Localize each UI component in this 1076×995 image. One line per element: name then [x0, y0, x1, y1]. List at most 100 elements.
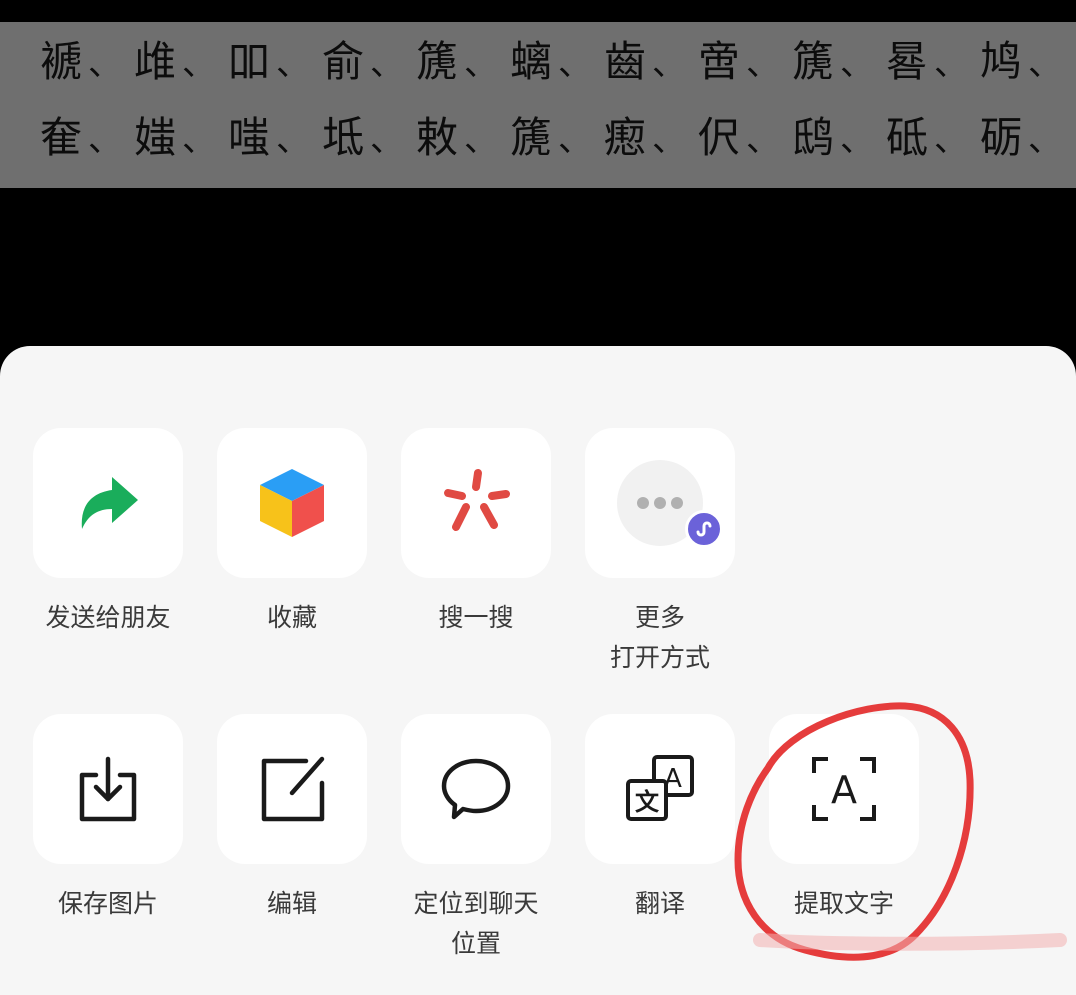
- text-extract-icon: A: [812, 757, 876, 821]
- character-cell: 䧳、: [134, 32, 228, 92]
- separator: 、: [840, 120, 874, 160]
- separator: 、: [746, 44, 780, 84]
- edit-button[interactable]: 编辑: [200, 714, 384, 924]
- download-icon: [79, 756, 137, 822]
- chat-bubble-icon: [441, 758, 511, 820]
- character: 螭: [510, 37, 553, 86]
- character: 篪: [792, 37, 835, 86]
- translate-label: 翻译: [634, 889, 685, 918]
- character-cell: 伬、: [698, 108, 792, 168]
- separator: 、: [370, 120, 404, 160]
- character-cell: 齒、: [604, 32, 698, 92]
- screen: 褫、 䧳、 吅、 俞、 篪、 螭、 齒、 啻、 篪、 晷、 鸠、 奞、 媸、 嗤…: [0, 0, 1076, 995]
- character-cell: 吅、: [228, 32, 322, 92]
- character-cell: 鸱、: [792, 108, 886, 168]
- separator: 、: [934, 44, 968, 84]
- character-row-2: 奞、 媸、 嗤、 坻、 敕、 篪、 瘛、 伬、 鸱、 砥、 砺、: [40, 108, 1074, 168]
- separator: 、: [88, 120, 122, 160]
- character: 瘛: [604, 113, 647, 162]
- separator: 、: [934, 120, 968, 160]
- character: 砥: [886, 113, 929, 162]
- search-spark-icon: [444, 469, 510, 531]
- translate-icon: A 文: [626, 755, 694, 821]
- svg-text:文: 文: [635, 788, 660, 816]
- save-image-button[interactable]: 保存图片: [16, 714, 200, 924]
- separator: 、: [652, 120, 686, 160]
- send-to-friend-button[interactable]: 发送给朋友: [16, 428, 200, 638]
- character: 媸: [134, 113, 177, 162]
- character-cell: 褫、: [40, 32, 134, 92]
- more-open-methods-tile[interactable]: [585, 428, 735, 578]
- more-open-methods-button[interactable]: 更多 打开方式: [568, 428, 752, 678]
- edit-icon: [261, 756, 325, 822]
- favorite-cube-icon: [260, 469, 324, 537]
- extract-text-button[interactable]: A 提取文字: [752, 714, 936, 924]
- favorite-tile[interactable]: [217, 428, 367, 578]
- search-button[interactable]: 搜一搜: [384, 428, 568, 638]
- separator: 、: [182, 120, 216, 160]
- action-sheet: 发送给朋友 收藏 搜一搜 更多 打开方式 保存图片 编辑 定位到聊天 位置 A …: [0, 346, 1076, 995]
- send-to-friend-label: 发送给朋友: [45, 603, 171, 632]
- character-cell: 篪、: [416, 32, 510, 92]
- character: 褫: [40, 37, 83, 86]
- character-cell: 坻、: [322, 108, 416, 168]
- character: 吅: [228, 37, 271, 86]
- extract-text-tile[interactable]: A: [769, 714, 919, 864]
- locate-in-chat-button[interactable]: 定位到聊天 位置: [384, 714, 568, 964]
- share-arrow-icon: [81, 477, 138, 529]
- image-preview[interactable]: 褫、 䧳、 吅、 俞、 篪、 螭、 齒、 啻、 篪、 晷、 鸠、 奞、 媸、 嗤…: [0, 22, 1076, 188]
- character-cell: 奞、: [40, 108, 134, 168]
- character-cell: 啻、: [698, 32, 792, 92]
- separator: 、: [464, 120, 498, 160]
- character-cell: 砺、: [980, 108, 1074, 168]
- send-to-friend-tile[interactable]: [33, 428, 183, 578]
- character: 䧳: [134, 37, 177, 86]
- separator: 、: [1028, 44, 1062, 84]
- separator: 、: [464, 44, 498, 84]
- character: 篪: [416, 37, 459, 86]
- separator: 、: [276, 120, 310, 160]
- translate-button[interactable]: A 文 翻译: [568, 714, 752, 924]
- mini-program-icon: [696, 521, 712, 537]
- separator: 、: [840, 44, 874, 84]
- favorite-button[interactable]: 收藏: [200, 428, 384, 638]
- character: 俞: [322, 37, 365, 86]
- character: 啻: [698, 37, 741, 86]
- translate-tile[interactable]: A 文: [585, 714, 735, 864]
- mini-program-badge: [685, 510, 723, 548]
- favorite-label: 收藏: [266, 603, 317, 632]
- save-image-tile[interactable]: [33, 714, 183, 864]
- locate-in-chat-tile[interactable]: [401, 714, 551, 864]
- character-cell: 敕、: [416, 108, 510, 168]
- separator: 、: [88, 44, 122, 84]
- separator: 、: [370, 44, 404, 84]
- character-cell: 鸠、: [980, 32, 1074, 92]
- character: 敕: [416, 113, 459, 162]
- character-cell: 螭、: [510, 32, 604, 92]
- character-cell: 晷、: [886, 32, 980, 92]
- separator: 、: [746, 120, 780, 160]
- character: 鸱: [792, 113, 835, 162]
- character: 鸠: [980, 37, 1023, 86]
- separator: 、: [652, 44, 686, 84]
- search-label: 搜一搜: [438, 603, 514, 632]
- character-row-1: 褫、 䧳、 吅、 俞、 篪、 螭、 齒、 啻、 篪、 晷、 鸠、: [40, 32, 1074, 92]
- svg-text:A: A: [831, 768, 857, 812]
- locate-in-chat-label: 定位到聊天 位置: [413, 889, 539, 958]
- separator: 、: [182, 44, 216, 84]
- character: 坻: [322, 113, 365, 162]
- separator: 、: [558, 120, 592, 160]
- more-open-methods-label: 更多 打开方式: [609, 603, 710, 672]
- edit-label: 编辑: [266, 889, 317, 918]
- character-cell: 砥、: [886, 108, 980, 168]
- separator: 、: [1028, 120, 1062, 160]
- edit-tile[interactable]: [217, 714, 367, 864]
- character-cell: 篪、: [510, 108, 604, 168]
- save-image-label: 保存图片: [57, 889, 158, 918]
- character: 篪: [510, 113, 553, 162]
- character: 嗤: [228, 113, 271, 162]
- character: 奞: [40, 113, 83, 162]
- character: 伬: [698, 113, 741, 162]
- search-tile[interactable]: [401, 428, 551, 578]
- separator: 、: [558, 44, 592, 84]
